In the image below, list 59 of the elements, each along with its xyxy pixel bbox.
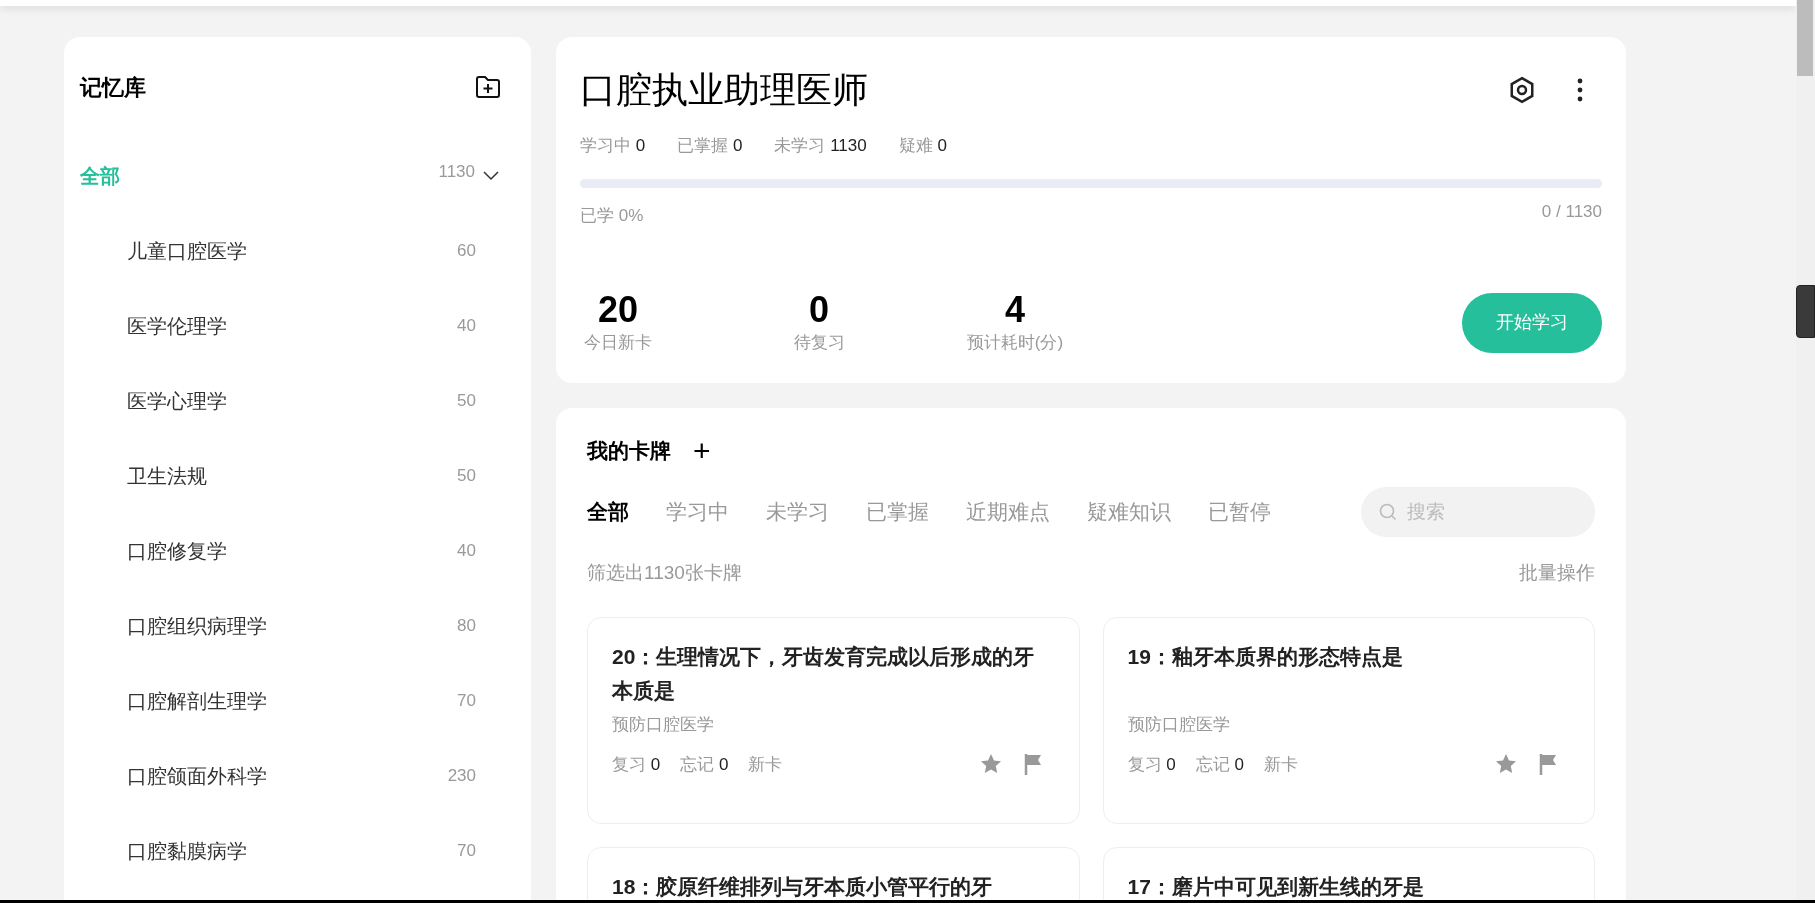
summary-label: 预计耗时(分) <box>966 332 1064 354</box>
scrollbar-thumb[interactable] <box>1797 0 1813 76</box>
card-title: 17：磨片中可见到新生线的牙是 <box>1127 874 1425 900</box>
category-name[interactable]: 口腔修复学 <box>127 535 227 566</box>
forget-count: 忘记 0 <box>680 753 729 776</box>
review-count: 复习 0 <box>1127 753 1176 776</box>
search-icon <box>1379 502 1397 521</box>
category-name[interactable]: 口腔黏膜病学 <box>127 835 247 866</box>
category-count: 70 <box>457 839 476 862</box>
category-name[interactable]: 医学心理学 <box>127 385 227 416</box>
summary-label: 待复习 <box>793 332 845 354</box>
summary-value: 4 <box>1005 290 1025 330</box>
folder-plus-icon[interactable] <box>475 75 501 99</box>
progress-reading: 0 / 1130 <box>1541 200 1602 223</box>
card-subject: 预防口腔医学 <box>1127 714 1231 736</box>
card-title: 20：生理情况下，牙齿发育完成以后形成的牙本质是 <box>612 644 1036 704</box>
stat-text: 未学习 1130 <box>774 135 867 157</box>
flash-card[interactable]: 20：生理情况下，牙齿发育完成以后形成的牙本质是 预防口腔医学 复习 0 忘记 0 新卡 <box>587 617 1080 824</box>
stat-text: 学习中 0 <box>580 135 646 157</box>
chevron-icon[interactable] <box>483 170 499 181</box>
category-count: 70 <box>457 689 476 712</box>
card-status: 新卡 <box>1263 753 1298 776</box>
progress-label: 已学 0% <box>580 204 644 227</box>
add-card-button[interactable]: + <box>693 435 711 466</box>
stat-text: 疑难 0 <box>898 135 947 157</box>
category-count: 60 <box>457 239 476 262</box>
summary-value: 0 <box>809 290 829 330</box>
sidebar-title: 记忆库 <box>80 73 146 102</box>
category-name[interactable]: 口腔组织病理学 <box>127 610 267 641</box>
stat-text: 已掌握 0 <box>677 135 743 157</box>
side-menu[interactable] <box>1796 285 1815 338</box>
card-title: 18：胶原纤维排列与牙本质小管平行的牙 <box>612 874 994 900</box>
category-count: 50 <box>457 389 476 412</box>
flash-card[interactable]: 19：釉牙本质界的形态特点是 预防口腔医学 复习 0 忘记 0 新卡 <box>1102 617 1595 824</box>
category-name[interactable]: 口腔解剖生理学 <box>127 685 267 716</box>
summary-label: 今日新卡 <box>584 332 652 354</box>
card-title: 19：釉牙本质界的形态特点是 <box>1127 644 1404 670</box>
forget-count: 忘记 0 <box>1195 753 1244 776</box>
category-count: 80 <box>457 614 476 637</box>
cards-title: 我的卡牌 <box>587 438 671 464</box>
filter-tab[interactable]: 全部 <box>587 495 629 528</box>
flag-icon[interactable] <box>1022 752 1043 777</box>
summary-value: 20 <box>597 290 638 330</box>
card-subject: 预防口腔医学 <box>612 714 715 736</box>
category-count: 1130 <box>438 160 475 183</box>
category-count: 230 <box>447 764 476 787</box>
category-name[interactable]: 儿童口腔医学 <box>127 235 247 266</box>
category-count: 40 <box>457 314 476 337</box>
category-name[interactable]: 医学伦理学 <box>127 310 227 341</box>
category-count: 40 <box>457 539 476 562</box>
card-status: 新卡 <box>748 753 783 776</box>
review-count: 复习 0 <box>612 753 661 776</box>
category-name[interactable]: 卫生法规 <box>127 460 207 491</box>
category-name[interactable]: 口腔颌面外科学 <box>127 760 267 791</box>
more-icon[interactable] <box>1577 78 1583 102</box>
category-count: 50 <box>457 464 476 487</box>
flag-icon[interactable] <box>1538 752 1558 777</box>
deck-title: 口腔执业助理医师 <box>580 68 868 112</box>
filter-count: 筛选出1130张卡牌 <box>587 560 742 585</box>
